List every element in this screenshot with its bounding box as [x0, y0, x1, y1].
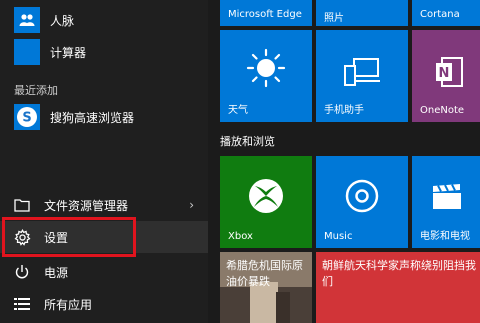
menu-label-file-explorer: 文件资源管理器	[44, 198, 129, 213]
calculator-icon	[14, 39, 40, 65]
app-label-calculator: 计算器	[50, 45, 87, 60]
tile-photos[interactable]: 照片	[316, 0, 408, 26]
tile-phone-companion[interactable]: 手机助手	[316, 30, 408, 122]
tile-label-movies: 电影和电视	[420, 231, 470, 242]
app-item-calculator[interactable]: 计算器	[0, 34, 208, 70]
tile-cortana[interactable]: Cortana	[412, 0, 480, 26]
svg-text:S: S	[22, 111, 31, 126]
tile-label-photos: 照片	[324, 13, 344, 24]
tile-movies-tv[interactable]: 电影和电视	[412, 156, 480, 248]
menu-label-power: 电源	[44, 265, 69, 280]
chevron-right-icon[interactable]: ›	[189, 198, 194, 212]
tile-group-header: 播放和浏览	[220, 135, 275, 148]
tile-label-music: Music	[324, 231, 353, 242]
app-item-sogou-browser[interactable]: S 搜狗高速浏览器	[0, 99, 208, 135]
people-icon	[14, 7, 40, 33]
tile-music[interactable]: Music	[316, 156, 408, 248]
onenote-icon: N	[436, 57, 463, 87]
music-disc-icon	[345, 179, 379, 213]
start-menu-left-pane: 人脉 计算器 最近添加 S 搜狗高速浏览器 文件资源管理器 › 设置 电源 所有…	[0, 0, 208, 323]
xbox-icon	[249, 179, 283, 213]
tile-label-xbox: Xbox	[228, 231, 253, 242]
tile-label-phone: 手机助手	[324, 105, 364, 116]
tile-xbox[interactable]: Xbox	[220, 156, 312, 248]
tile-label-weather: 天气	[228, 105, 248, 116]
tile-label-edge: Microsoft Edge	[228, 9, 302, 20]
menu-label-all-apps: 所有应用	[44, 297, 93, 312]
sogou-icon: S	[14, 104, 40, 130]
news-headline-korea: 朝鲜航天科学家声称绕别阻挡我们	[322, 259, 476, 288]
app-label-sogou: 搜狗高速浏览器	[50, 110, 135, 125]
news-headline-oil: 希腊危机国际原油价暴跌	[226, 259, 303, 288]
tile-weather[interactable]: 天气	[220, 30, 312, 122]
app-label-contacts: 人脉	[50, 13, 75, 28]
tile-label-onenote: OneNote	[420, 105, 465, 116]
tile-label-cortana: Cortana	[420, 9, 460, 20]
app-item-contacts[interactable]: 人脉	[0, 2, 208, 38]
tile-microsoft-edge[interactable]: Microsoft Edge	[220, 0, 312, 26]
folder-icon	[12, 195, 32, 215]
clapperboard-icon	[433, 184, 461, 209]
menu-item-power[interactable]: 电源	[0, 256, 208, 288]
settings-highlight-box	[2, 217, 136, 257]
tile-news-oil[interactable]: 希腊危机国际原油价暴跌	[220, 252, 312, 323]
all-apps-icon	[12, 294, 32, 314]
svg-text:N: N	[439, 66, 450, 81]
menu-item-all-apps[interactable]: 所有应用	[0, 288, 208, 320]
sun-icon	[246, 48, 286, 88]
power-icon	[12, 262, 32, 282]
tile-onenote[interactable]: N OneNote	[412, 30, 480, 122]
tile-news-korea[interactable]: 朝鲜航天科学家声称绕别阻挡我们	[316, 252, 480, 323]
recently-added-header: 最近添加	[14, 84, 58, 97]
phone-companion-icon	[344, 58, 380, 86]
